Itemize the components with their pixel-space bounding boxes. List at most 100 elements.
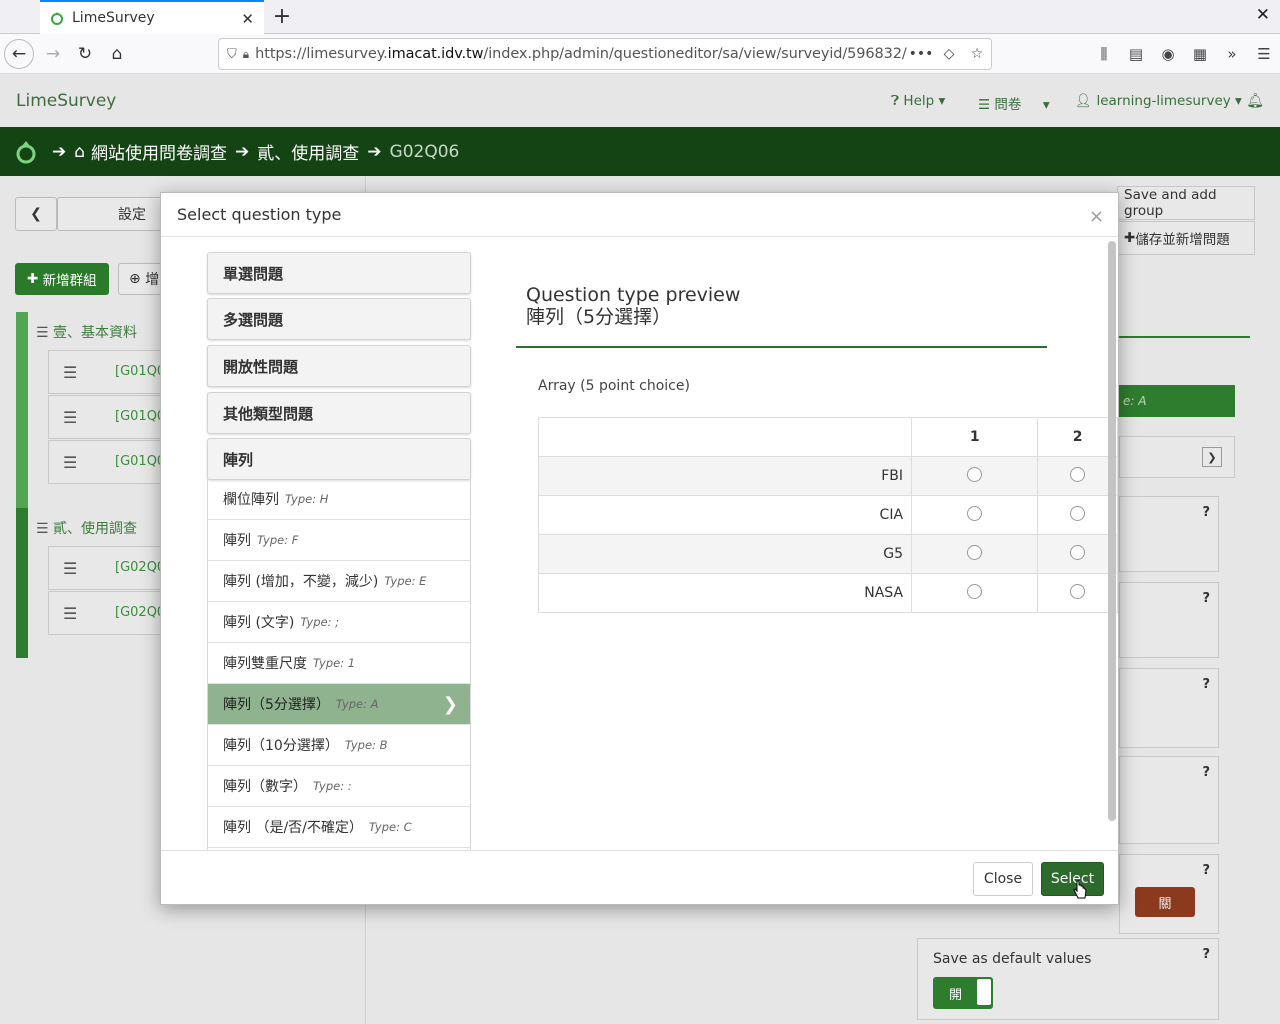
group-title[interactable]: ☰ 壹、基本資料 — [36, 322, 137, 342]
shield-icon: ⛉ — [227, 46, 237, 62]
radio-button[interactable] — [1070, 583, 1086, 599]
answer-label: NASA — [537, 573, 913, 613]
new-tab-button[interactable]: + — [270, 4, 294, 29]
setting-panel: ? — [1119, 668, 1219, 748]
list-item[interactable]: 陣列 Type: F — [208, 520, 470, 561]
category-text[interactable]: 開放性問題 — [207, 345, 471, 387]
bell-icon[interactable]: 🔔︎ — [1246, 93, 1264, 109]
preview-question-text: Array (5 point choice) — [538, 378, 690, 394]
limesurvey-logo-icon — [16, 140, 36, 163]
category-single-choice[interactable]: 單選問題 — [207, 252, 471, 294]
breadcrumb-survey[interactable]: 網站使用問卷調查 — [91, 139, 227, 164]
close-icon[interactable]: × — [1089, 206, 1104, 227]
table-header-row: 1 2 — [537, 417, 1118, 457]
surveys-menu[interactable]: ☰ 問卷 ▾ — [978, 93, 1050, 113]
drag-handle-icon[interactable]: ☰ — [63, 453, 77, 472]
browser-tab-bar: LimeSurvey ✕ + ✕ — [0, 0, 1280, 34]
reload-icon[interactable]: ↻ — [70, 39, 100, 69]
drag-handle-icon[interactable]: ☰ — [63, 604, 77, 623]
table-row: G5 — [537, 534, 1118, 574]
category-other[interactable]: 其他類型問題 — [207, 392, 471, 434]
home-icon: ⌂ — [74, 141, 86, 162]
select-question-type-modal: Select question type × 單選問題 多選問題 開放性問題 其… — [160, 192, 1119, 905]
list-item-selected[interactable]: 陣列（5分選擇） Type: A ❯ — [208, 684, 470, 725]
toggle-knob — [977, 979, 991, 1005]
account-icon[interactable]: ◉ — [1152, 45, 1184, 63]
library-icon[interactable]: ⫼ — [1088, 45, 1120, 63]
user-menu[interactable]: 👤︎ learning-limesurvey ▾ — [1075, 93, 1242, 109]
hamburger-menu-icon[interactable]: ☰ — [1248, 45, 1280, 63]
list-item[interactable]: 欄位陣列 Type: H — [208, 479, 470, 520]
close-button[interactable]: Close — [973, 862, 1033, 896]
toggle-switch[interactable]: 開 — [933, 977, 993, 1009]
tab-close-icon[interactable]: ✕ — [241, 10, 254, 28]
modal-body: 單選問題 多選問題 開放性問題 其他類型問題 陣列 欄位陣列 Type: H 陣列… — [161, 237, 1118, 850]
divider — [1119, 336, 1250, 338]
radio-button[interactable] — [967, 583, 983, 599]
radio-button[interactable] — [1070, 466, 1086, 482]
drag-handle-icon[interactable]: ☰ — [63, 363, 77, 382]
group-title[interactable]: ☰ 貳、使用調查 — [36, 518, 137, 538]
plus-icon: ✚ — [1124, 230, 1136, 246]
app-brand[interactable]: LimeSurvey — [16, 91, 116, 111]
list-item[interactable]: 陣列 (文字) Type: ; — [208, 602, 470, 643]
breadcrumb-question: G02Q06 — [389, 141, 460, 162]
hand-cursor-icon — [1073, 880, 1087, 899]
table-row: FBI — [537, 456, 1118, 496]
drag-handle-icon[interactable]: ☰ — [63, 408, 77, 427]
back-arrow-icon[interactable]: ← — [4, 39, 34, 69]
list-item[interactable]: 陣列 (增加，不變，減少) Type: E — [208, 561, 470, 602]
default-values-label: Save as default values — [933, 951, 1092, 967]
url-text[interactable]: https://limesurvey.imacat.idv.tw/index.p… — [255, 46, 907, 62]
preview-type-name: 陣列（5分選擇） — [526, 306, 672, 328]
breadcrumb-arrow-icon: ➔ — [367, 141, 382, 162]
bookmark-star-icon[interactable]: ☆ — [963, 46, 991, 62]
collapse-sidebar-button[interactable]: ❮ — [15, 197, 57, 231]
sidebar-icon[interactable]: ▤ — [1120, 45, 1152, 63]
question-type-button[interactable]: e: A — [1119, 385, 1235, 417]
setting-panel: ? — [1119, 582, 1219, 658]
answer-label: FBI — [537, 456, 913, 496]
extensions-icon[interactable]: ▦ — [1184, 45, 1216, 63]
radio-button[interactable] — [1070, 505, 1086, 521]
save-add-question-button[interactable]: ✚ 儲存並新增問題 — [1117, 221, 1255, 255]
overflow-chevrons-icon[interactable]: » — [1216, 45, 1248, 63]
browser-tab[interactable]: LimeSurvey ✕ — [40, 0, 264, 34]
radio-button[interactable] — [1070, 544, 1086, 560]
radio-button[interactable] — [967, 505, 983, 521]
list-item[interactable]: 陣列（10分選擇） Type: B — [208, 725, 470, 766]
radio-button[interactable] — [967, 544, 983, 560]
category-multiple-choice[interactable]: 多選問題 — [207, 298, 471, 340]
breadcrumb-group[interactable]: 貳、使用調查 — [257, 139, 359, 164]
add-group-button[interactable]: ✚ 新增群組 — [15, 263, 109, 295]
save-add-group-button[interactable]: Save and add group — [1117, 186, 1255, 220]
category-array[interactable]: 陣列 — [207, 438, 471, 480]
url-bar[interactable]: ⛉ 🔒︎ https://limesurvey.imacat.idv.tw/in… — [218, 38, 992, 70]
window-close-icon[interactable]: ✕ — [1256, 5, 1270, 25]
table-header-cell — [537, 417, 913, 457]
modal-scrollbar[interactable] — [1108, 241, 1116, 821]
answer-label: G5 — [537, 534, 913, 574]
chevron-right-icon[interactable]: ❯ — [1202, 447, 1222, 467]
divider — [516, 346, 1047, 348]
app-header: LimeSurvey ❓︎ Help ▾ ☰ 問卷 ▾ 👤︎ learning-… — [0, 75, 1280, 127]
list-item[interactable]: 陣列雙重尺度 Type: 1 — [208, 643, 470, 684]
toggle-switch[interactable]: 關 — [1135, 887, 1195, 917]
list-item[interactable]: 陣列 （是/否/不確定） Type: C — [208, 807, 470, 848]
default-values-panel: ? Save as default values 開 — [917, 938, 1219, 1020]
modal-title: Select question type — [177, 205, 342, 224]
forward-arrow-icon[interactable]: → — [38, 39, 68, 69]
list-item[interactable]: 陣列（數字） Type: : — [208, 766, 470, 807]
table-header-cell: 1 — [911, 417, 1039, 457]
setting-panel: ? — [1119, 496, 1219, 572]
help-menu[interactable]: ❓︎ Help ▾ — [891, 93, 945, 109]
drag-handle-icon[interactable]: ☰ — [63, 559, 77, 578]
page-actions-icon[interactable]: ••• — [907, 46, 935, 62]
pocket-icon[interactable]: ◇ — [935, 46, 963, 62]
table-row: CIA — [537, 495, 1118, 535]
radio-button[interactable] — [967, 466, 983, 482]
list-icon: ☰ — [978, 97, 991, 113]
plus-circle-icon: ⊕ — [129, 271, 146, 287]
setting-panel: ? 關 — [1119, 854, 1219, 934]
home-icon[interactable]: ⌂ — [102, 39, 132, 69]
